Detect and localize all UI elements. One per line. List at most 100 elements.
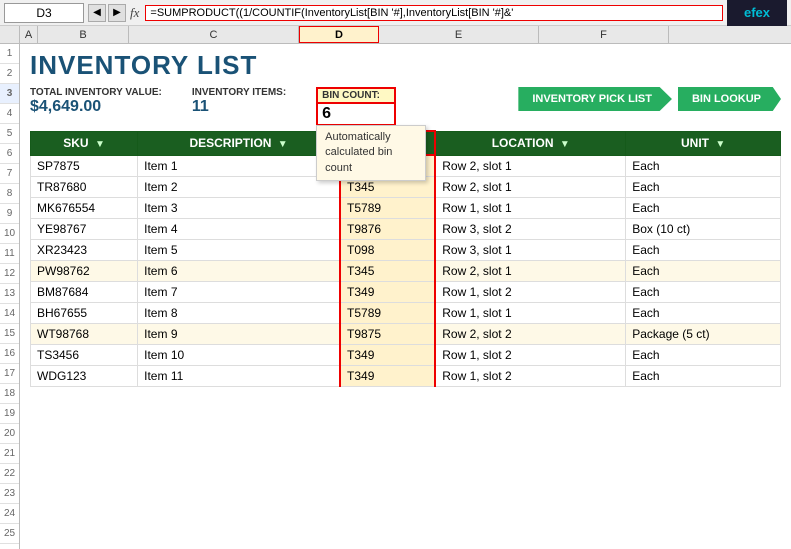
unit-sort-icon[interactable]: ▼ [715,139,725,150]
col-header-b: B [38,26,129,43]
bin-lookup-button[interactable]: BIN LOOKUP [678,87,781,111]
row-numbers: 1 2 3 4 5 6 7 8 9 10 11 12 13 14 15 16 1… [0,44,20,549]
col-header-a: A [20,26,38,43]
cell-sku: WT98768 [31,324,138,345]
formula-input[interactable] [145,5,723,21]
location-sort-icon[interactable]: ▼ [560,139,570,150]
table-row[interactable]: WDG123 Item 11 T349 Row 1, slot 2 Each [31,366,781,387]
nav-left[interactable]: ◀ [88,4,106,22]
table-row[interactable]: YE98767 Item 4 T9876 Row 3, slot 2 Box (… [31,219,781,240]
row-13: 13 [0,284,19,304]
row-7: 7 [0,164,19,184]
cell-desc: Item 9 [138,324,340,345]
stats-area: TOTAL INVENTORY VALUE: $4,649.00 INVENTO… [20,83,791,130]
row-10: 10 [0,224,19,244]
cell-unit: Each [626,261,781,282]
cell-location: Row 1, slot 1 [435,303,625,324]
sku-sort-icon[interactable]: ▼ [95,139,105,150]
table-row[interactable]: BH67655 Item 8 T5789 Row 1, slot 1 Each [31,303,781,324]
cell-location: Row 1, slot 2 [435,282,625,303]
col-header-location[interactable]: LOCATION ▼ [435,131,625,155]
corner-cell [0,26,20,43]
total-label: TOTAL INVENTORY VALUE: [30,87,162,98]
cell-location: Row 2, slot 1 [435,177,625,198]
row-17: 17 [0,364,19,384]
cell-bin: T098 [340,240,435,261]
bin-count-label: BIN COUNT: [316,87,396,104]
row-2: 2 [0,64,19,84]
cell-sku: WDG123 [31,366,138,387]
cell-sku: TR87680 [31,177,138,198]
col-header-description[interactable]: DESCRIPTION ▼ [138,131,340,155]
cell-location: Row 1, slot 2 [435,345,625,366]
cell-location: Row 1, slot 2 [435,366,625,387]
table-row[interactable]: WT98768 Item 9 T9875 Row 2, slot 2 Packa… [31,324,781,345]
row-6: 6 [0,144,19,164]
cell-sku: BH67655 [31,303,138,324]
total-value-block: TOTAL INVENTORY VALUE: $4,649.00 [30,87,162,116]
cell-sku: YE98767 [31,219,138,240]
cell-ref-input[interactable]: D3 [4,3,84,23]
table-row[interactable]: TS3456 Item 10 T349 Row 1, slot 2 Each [31,345,781,366]
table-row[interactable]: BM87684 Item 7 T349 Row 1, slot 2 Each [31,282,781,303]
title-area: INVENTORY LIST [20,44,791,83]
button-area: INVENTORY PICK LIST BIN LOOKUP [518,87,781,111]
row-24: 24 [0,504,19,524]
row-19: 19 [0,404,19,424]
logo: efex [727,0,787,26]
cell-bin: T9876 [340,219,435,240]
cell-sku: MK676554 [31,198,138,219]
desc-sort-icon[interactable]: ▼ [278,139,288,150]
grid-content: INVENTORY LIST TOTAL INVENTORY VALUE: $4… [20,44,791,549]
cell-location: Row 2, slot 1 [435,155,625,177]
row-22: 22 [0,464,19,484]
formula-bar: D3 ◀ ▶ fx efex [0,0,791,26]
cell-location: Row 2, slot 2 [435,324,625,345]
col-header-unit[interactable]: UNIT ▼ [626,131,781,155]
table-body: SP7875 Item 1 T345 Row 2, slot 1 Each TR… [31,155,781,387]
cell-desc: Item 4 [138,219,340,240]
row-18: 18 [0,384,19,404]
cell-unit: Each [626,366,781,387]
cell-bin: T349 [340,366,435,387]
cell-desc: Item 8 [138,303,340,324]
cell-desc: Item 1 [138,155,340,177]
pick-list-button[interactable]: INVENTORY PICK LIST [518,87,672,111]
col-header-f: F [539,26,669,43]
cell-unit: Each [626,177,781,198]
col-header-sku[interactable]: SKU ▼ [31,131,138,155]
cell-unit: Each [626,303,781,324]
cell-bin: T345 [340,261,435,282]
cell-desc: Item 5 [138,240,340,261]
cell-desc: Item 6 [138,261,340,282]
cell-sku: TS3456 [31,345,138,366]
cell-bin: T5789 [340,198,435,219]
fx-label: fx [130,5,139,21]
formula-nav: ◀ ▶ [88,4,126,22]
col-header-e: E [379,26,539,43]
cell-desc: Item 10 [138,345,340,366]
cell-bin: T349 [340,345,435,366]
cell-sku: SP7875 [31,155,138,177]
cell-bin: T9875 [340,324,435,345]
cell-bin: T349 [340,282,435,303]
cell-unit: Each [626,345,781,366]
row-8: 8 [0,184,19,204]
cell-desc: Item 3 [138,198,340,219]
cell-desc: Item 2 [138,177,340,198]
row-21: 21 [0,444,19,464]
cell-unit: Each [626,155,781,177]
bin-count-block: BIN COUNT: 6 Automatically calculated bi… [316,87,396,126]
cell-location: Row 2, slot 1 [435,261,625,282]
table-row[interactable]: MK676554 Item 3 T5789 Row 1, slot 1 Each [31,198,781,219]
table-row[interactable]: XR23423 Item 5 T098 Row 3, slot 1 Each [31,240,781,261]
cell-location: Row 1, slot 1 [435,198,625,219]
row-15: 15 [0,324,19,344]
row-12: 12 [0,264,19,284]
cell-location: Row 3, slot 2 [435,219,625,240]
table-row[interactable]: PW98762 Item 6 T345 Row 2, slot 1 Each [31,261,781,282]
row-16: 16 [0,344,19,364]
row-20: 20 [0,424,19,444]
nav-right[interactable]: ▶ [108,4,126,22]
total-value: $4,649.00 [30,98,162,116]
